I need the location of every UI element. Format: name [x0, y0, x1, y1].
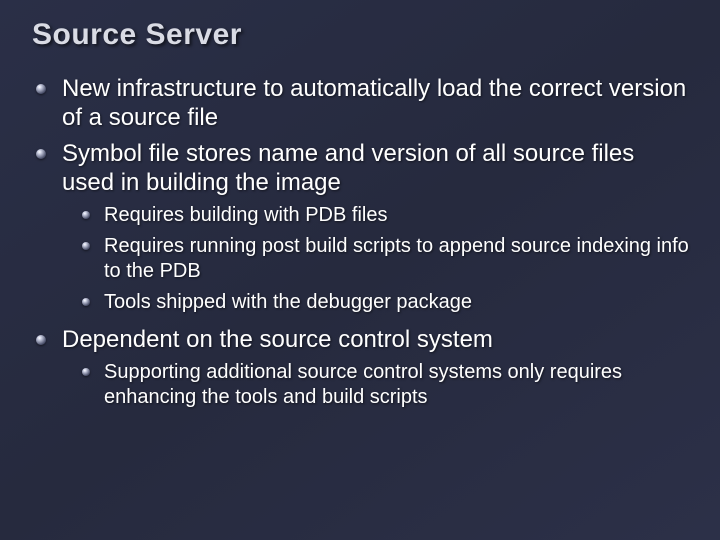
bullet-list-level1: New infrastructure to automatically load… [36, 74, 692, 410]
slide-title: Source Server [32, 18, 692, 52]
bullet-text: Symbol file stores name and version of a… [62, 140, 634, 196]
bullet-text: Requires running post build scripts to a… [104, 235, 689, 282]
slide: Source Server New infrastructure to auto… [0, 0, 720, 540]
list-item: Requires running post build scripts to a… [82, 234, 692, 284]
bullet-text: Requires building with PDB files [104, 204, 387, 226]
list-item: Supporting additional source control sys… [82, 360, 692, 410]
bullet-text: Supporting additional source control sys… [104, 361, 622, 408]
bullet-list-level2: Requires building with PDB files Require… [82, 203, 692, 315]
list-item: New infrastructure to automatically load… [36, 74, 692, 133]
list-item: Symbol file stores name and version of a… [36, 139, 692, 316]
list-item: Requires building with PDB files [82, 203, 692, 228]
bullet-text: Tools shipped with the debugger package [104, 291, 472, 313]
bullet-text: Dependent on the source control system [62, 326, 493, 353]
list-item: Dependent on the source control system S… [36, 325, 692, 410]
bullet-list-level2: Supporting additional source control sys… [82, 360, 692, 410]
bullet-text: New infrastructure to automatically load… [62, 75, 686, 131]
list-item: Tools shipped with the debugger package [82, 290, 692, 315]
